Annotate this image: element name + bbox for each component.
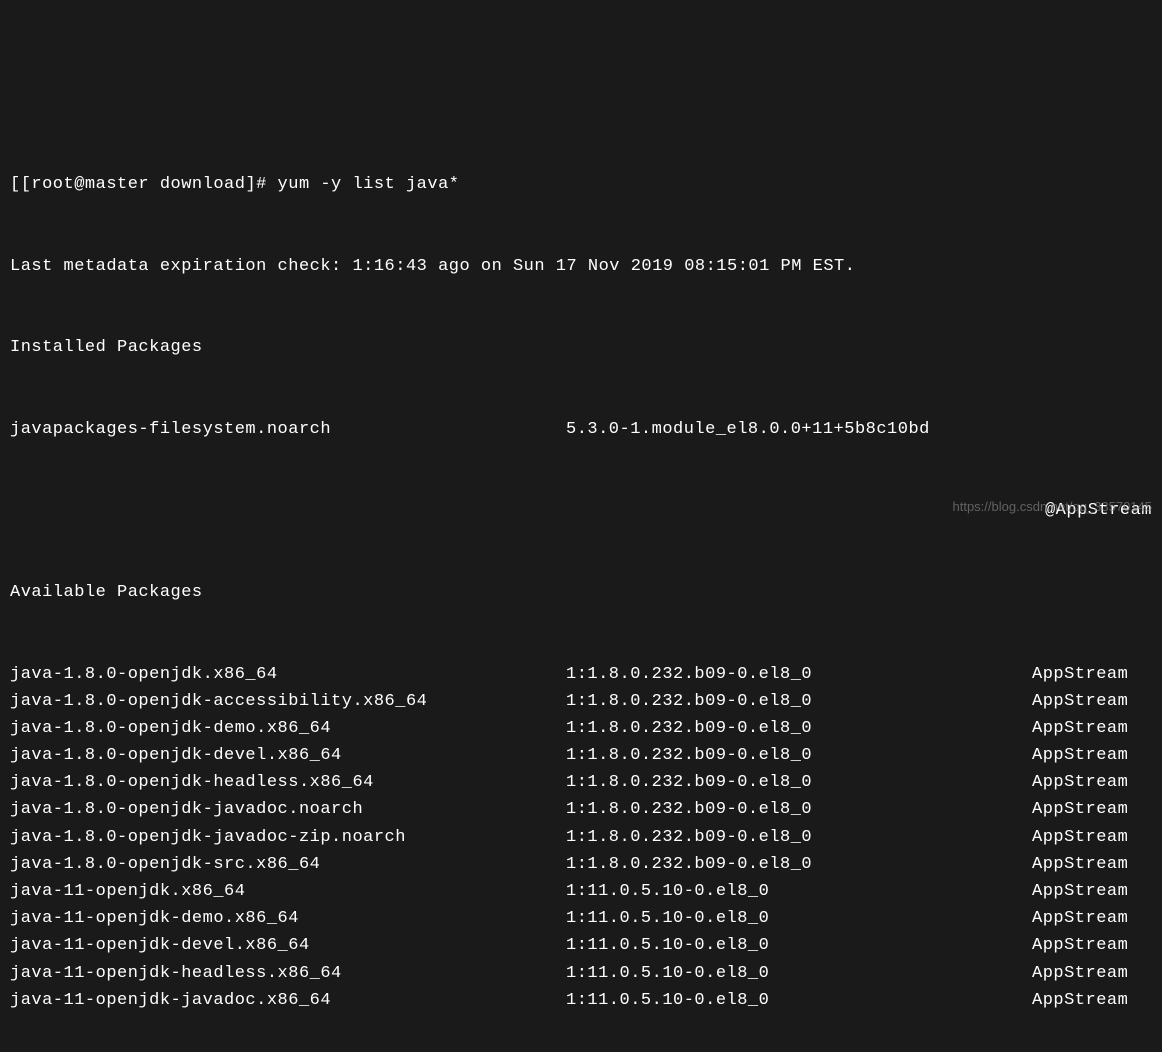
package-version: 1:11.0.5.10-0.el8_0 <box>566 960 986 987</box>
package-name: java-1.8.0-openjdk-demo.x86_64 <box>10 715 520 742</box>
package-repo: AppStream <box>1032 715 1152 742</box>
available-package-row: java-1.8.0-openjdk-src.x86_64 1:1.8.0.232… <box>10 851 1152 878</box>
metadata-line: Last metadata expiration check: 1:16:43 … <box>10 253 1152 280</box>
package-version: 1:1.8.0.232.b09-0.el8_0 <box>566 796 986 823</box>
package-repo: AppStream <box>1032 796 1152 823</box>
package-version: 1:11.0.5.10-0.el8_0 <box>566 932 986 959</box>
package-name: java-1.8.0-openjdk.x86_64 <box>10 661 520 688</box>
available-package-row: java-11-openjdk-demo.x86_64 1:11.0.5.10-0… <box>10 905 1152 932</box>
bracket-open: [ <box>10 171 21 198</box>
package-version: 1:1.8.0.232.b09-0.el8_0 <box>566 769 986 796</box>
package-repo: AppStream <box>1032 905 1152 932</box>
available-package-row: java-1.8.0-openjdk-devel.x86_64 1:1.8.0.2… <box>10 742 1152 769</box>
package-name: java-1.8.0-openjdk-devel.x86_64 <box>10 742 520 769</box>
available-package-row: java-1.8.0-openjdk-headless.x86_64 1:1.8.… <box>10 769 1152 796</box>
available-package-row: java-1.8.0-openjdk-demo.x86_64 1:1.8.0.23… <box>10 715 1152 742</box>
package-name: java-11-openjdk-headless.x86_64 <box>10 960 520 987</box>
package-name: java-11-openjdk.x86_64 <box>10 878 520 905</box>
available-packages-header: Available Packages <box>10 579 1152 606</box>
package-repo: AppStream <box>1032 769 1152 796</box>
package-name: java-11-openjdk-demo.x86_64 <box>10 905 520 932</box>
package-repo: AppStream <box>1032 878 1152 905</box>
package-version: 1:1.8.0.232.b09-0.el8_0 <box>566 688 986 715</box>
package-repo: AppStream <box>1032 661 1152 688</box>
available-package-row: java-11-openjdk-javadoc.x86_64 1:11.0.5.1… <box>10 987 1152 1014</box>
package-name: java-1.8.0-openjdk-headless.x86_64 <box>10 769 520 796</box>
available-package-row: java-1.8.0-openjdk.x86_64 1:1.8.0.232.b09… <box>10 661 1152 688</box>
available-package-row: java-1.8.0-openjdk-accessibility.x86_64 1… <box>10 688 1152 715</box>
package-repo: AppStream <box>1032 688 1152 715</box>
package-repo: AppStream <box>1032 851 1152 878</box>
package-version: 1:1.8.0.232.b09-0.el8_0 <box>566 742 986 769</box>
available-package-row: java-11-openjdk.x86_64 1:11.0.5.10-0.el8_… <box>10 878 1152 905</box>
available-package-row: java-1.8.0-openjdk-javadoc-zip.noarch 1:1… <box>10 824 1152 851</box>
package-version: 1:11.0.5.10-0.el8_0 <box>566 905 986 932</box>
available-package-row: java-1.8.0-openjdk-javadoc.noarch 1:1.8.0… <box>10 796 1152 823</box>
package-name: javapackages-filesystem.noarch <box>10 416 520 443</box>
package-repo: AppStream <box>1032 960 1152 987</box>
package-version: 1:1.8.0.232.b09-0.el8_0 <box>566 715 986 742</box>
package-version: 1:1.8.0.232.b09-0.el8_0 <box>566 661 986 688</box>
command-prompt-line: [[root@master download]# yum -y list jav… <box>10 171 1152 198</box>
available-package-row: java-11-openjdk-headless.x86_64 1:11.0.5.… <box>10 960 1152 987</box>
available-package-row: java-11-openjdk-devel.x86_64 1:11.0.5.10-… <box>10 932 1152 959</box>
package-version: 1:1.8.0.232.b09-0.el8_0 <box>566 824 986 851</box>
package-name: java-1.8.0-openjdk-src.x86_64 <box>10 851 520 878</box>
package-name: java-1.8.0-openjdk-javadoc.noarch <box>10 796 520 823</box>
package-name: java-11-openjdk-javadoc.x86_64 <box>10 987 520 1014</box>
package-repo: AppStream <box>1032 824 1152 851</box>
package-repo: AppStream <box>1032 742 1152 769</box>
package-name: java-1.8.0-openjdk-javadoc-zip.noarch <box>10 824 520 851</box>
installed-package-row: javapackages-filesystem.noarch 5.3.0-1.m… <box>10 416 1152 443</box>
available-packages-list: java-1.8.0-openjdk.x86_64 1:1.8.0.232.b09… <box>10 661 1152 1014</box>
package-repo <box>1032 416 1152 443</box>
package-repo: AppStream <box>1032 987 1152 1014</box>
package-name: java-1.8.0-openjdk-accessibility.x86_64 <box>10 688 520 715</box>
installed-packages-header: Installed Packages <box>10 334 1152 361</box>
package-name: java-11-openjdk-devel.x86_64 <box>10 932 520 959</box>
package-version: 1:11.0.5.10-0.el8_0 <box>566 878 986 905</box>
prompt-user-host: [root@master download]# <box>21 171 267 198</box>
command-text: yum -y list java* <box>267 171 460 198</box>
package-version: 1:1.8.0.232.b09-0.el8_0 <box>566 851 986 878</box>
package-version: 5.3.0-1.module_el8.0.0+11+5b8c10bd <box>566 416 986 443</box>
package-version: 1:11.0.5.10-0.el8_0 <box>566 987 986 1014</box>
package-repo: AppStream <box>1032 932 1152 959</box>
watermark-text: https://blog.csdn.net/qq_33570145 <box>953 497 1153 518</box>
terminal-output: [[root@master download]# yum -y list jav… <box>10 117 1152 1041</box>
